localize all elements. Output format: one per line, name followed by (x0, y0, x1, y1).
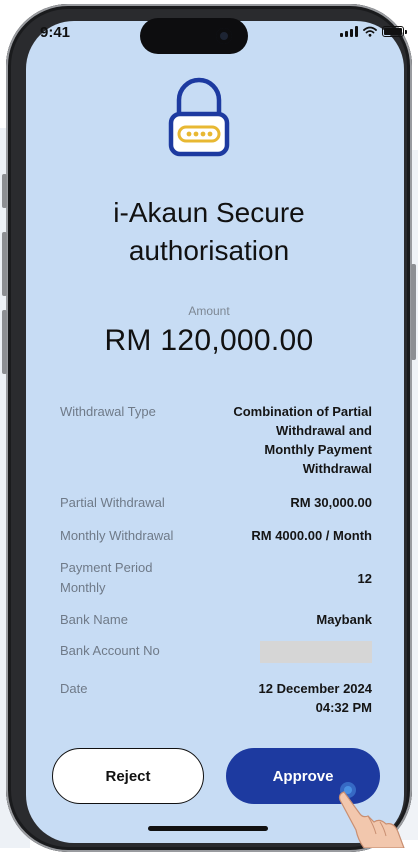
partial-withdrawal-value: RM 30,000.00 (290, 495, 372, 510)
status-icons (340, 26, 407, 37)
amount-label: Amount (188, 304, 230, 318)
home-indicator (148, 826, 268, 831)
withdrawal-type-value: Combination of Partial Withdrawal and Mo… (233, 404, 372, 476)
withdrawal-type-label: Withdrawal Type (60, 404, 156, 419)
payment-period-label: Payment Period Monthly (60, 560, 153, 595)
bank-account-value (260, 641, 372, 668)
detail-row-bank-name: Bank Name Maybank (60, 610, 372, 630)
page-title: i-Akaun Secure authorisation (0, 194, 418, 270)
detail-row-payment-period: Payment Period Monthly 12 (60, 558, 372, 598)
amount-value: RM 120,000.00 (104, 324, 314, 357)
detail-row-date: Date 12 December 2024 04:32 PM (60, 679, 372, 717)
status-time: 9:41 (40, 24, 71, 41)
masked-account-number (260, 641, 372, 663)
reject-button[interactable]: Reject (52, 748, 204, 804)
dynamic-island (140, 18, 248, 54)
detail-row-bank-account: Bank Account No (60, 641, 372, 668)
lock-icon (168, 77, 230, 157)
wifi-icon (363, 26, 377, 37)
detail-row-monthly-withdrawal: Monthly Withdrawal RM 4000.00 / Month (60, 526, 372, 546)
payment-period-value: 12 (357, 570, 372, 586)
hand-pointer-icon (338, 782, 405, 848)
bank-name-value: Maybank (316, 612, 372, 627)
bank-name-label: Bank Name (60, 612, 128, 627)
date-value: 12 December 2024 04:32 PM (258, 681, 372, 715)
bank-account-label: Bank Account No (60, 643, 160, 658)
partial-withdrawal-label: Partial Withdrawal (60, 495, 165, 510)
title-line-2: authorisation (128, 235, 290, 266)
detail-row-partial-withdrawal: Partial Withdrawal RM 30,000.00 (60, 493, 372, 513)
detail-row-withdrawal-type: Withdrawal Type Combination of Partial W… (60, 402, 372, 478)
date-label: Date (60, 681, 88, 696)
signal-icon (340, 26, 358, 37)
monthly-withdrawal-value: RM 4000.00 / Month (251, 528, 372, 543)
title-line-1: i-Akaun Secure (113, 197, 305, 228)
battery-icon (382, 26, 407, 37)
monthly-withdrawal-label: Monthly Withdrawal (60, 528, 174, 543)
camera-icon (216, 28, 232, 44)
